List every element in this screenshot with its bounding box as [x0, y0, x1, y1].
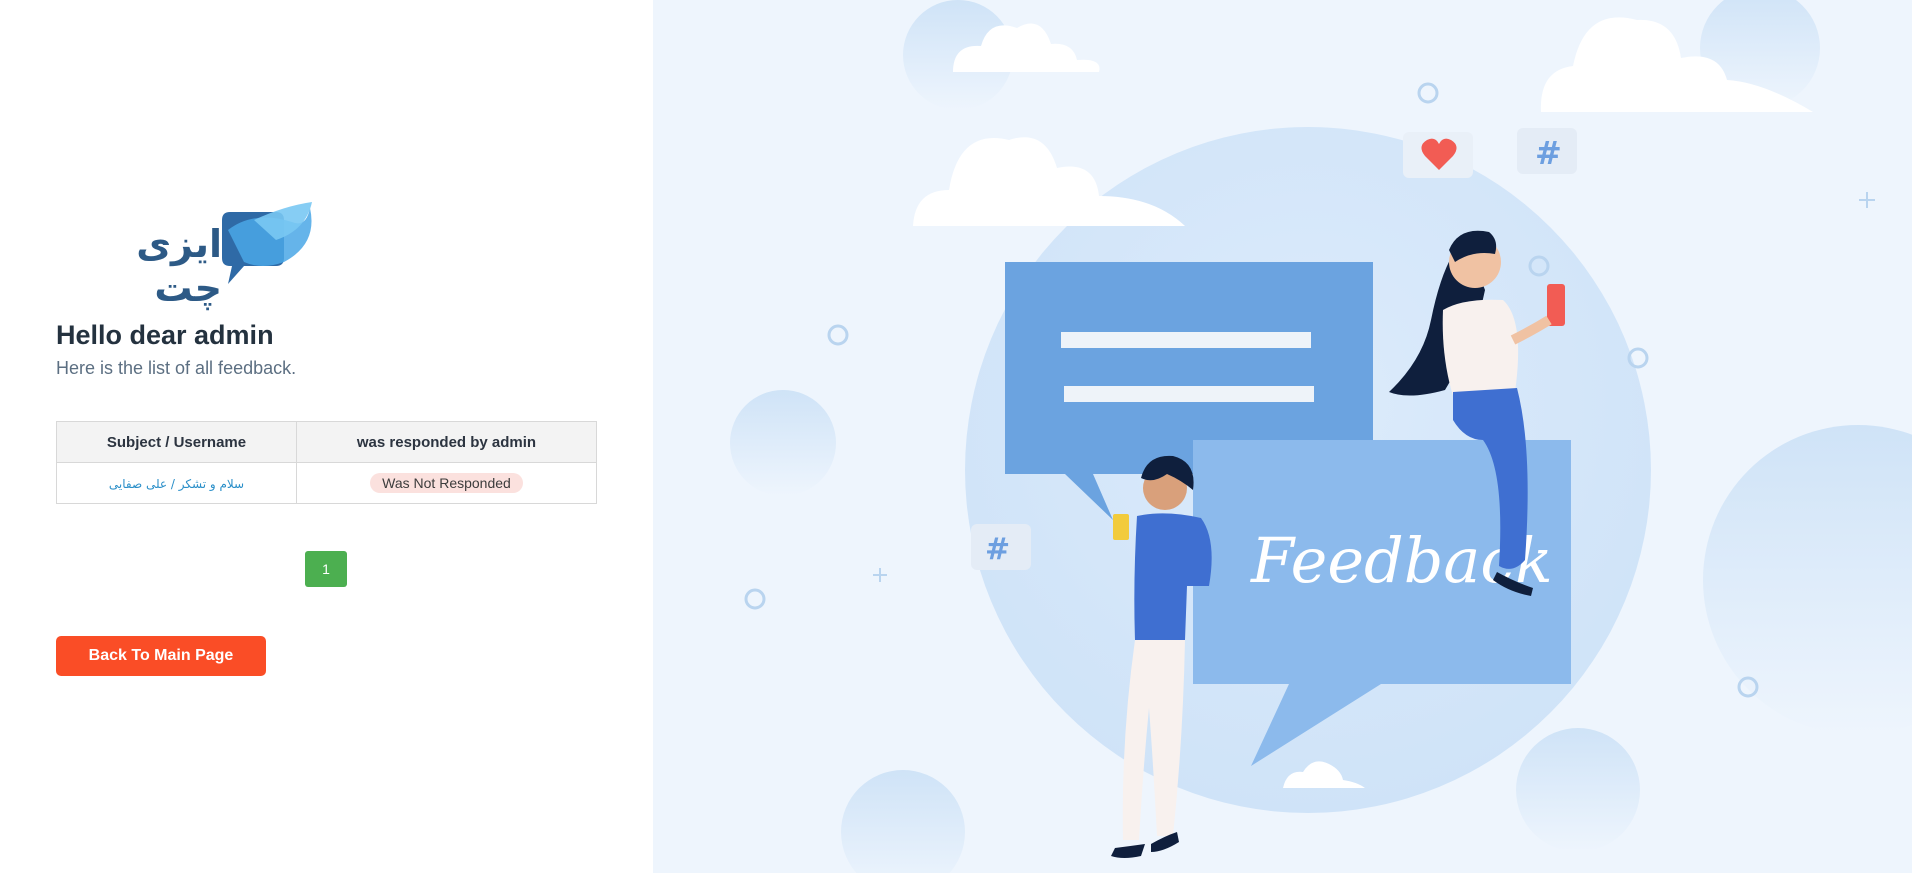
left-panel: ایزی چت Hello dear admin Here is the lis…	[0, 0, 653, 873]
pagination-page-button[interactable]: 1	[305, 551, 347, 587]
chat-bubble-logo-icon	[222, 202, 312, 284]
feedback-table: Subject / Username was responded by admi…	[56, 421, 597, 504]
column-header-subject: Subject / Username	[56, 421, 297, 463]
table-row: سلام و تشکر / علی صفایی Was Not Responde…	[56, 462, 597, 504]
page-title: Hello dear admin	[56, 320, 274, 350]
illustration-panel: Feedback # #	[653, 0, 1912, 873]
logo-text: ایزی چت	[136, 222, 222, 310]
hashtag-bubble-icon: #	[1517, 128, 1577, 174]
status-cell: Was Not Responded	[296, 462, 597, 504]
page-subtitle: Here is the list of all feedback.	[56, 358, 297, 378]
svg-text:#: #	[1535, 134, 1562, 172]
brand-logo: ایزی چت	[72, 200, 312, 310]
status-badge: Was Not Responded	[370, 473, 523, 493]
back-to-main-button[interactable]: Back To Main Page	[56, 636, 266, 676]
svg-text:#: #	[985, 532, 1010, 567]
feedback-illustration: Feedback # #	[730, 0, 1912, 873]
subject-cell: سلام و تشکر / علی صفایی	[56, 462, 297, 504]
heart-bubble-icon	[1403, 132, 1473, 178]
feedback-subject-link[interactable]: سلام و تشکر / علی صفایی	[109, 477, 244, 491]
column-header-responded: was responded by admin	[296, 421, 597, 463]
hashtag-bubble-icon: #	[971, 524, 1031, 570]
table-header-row: Subject / Username was responded by admi…	[56, 421, 597, 463]
